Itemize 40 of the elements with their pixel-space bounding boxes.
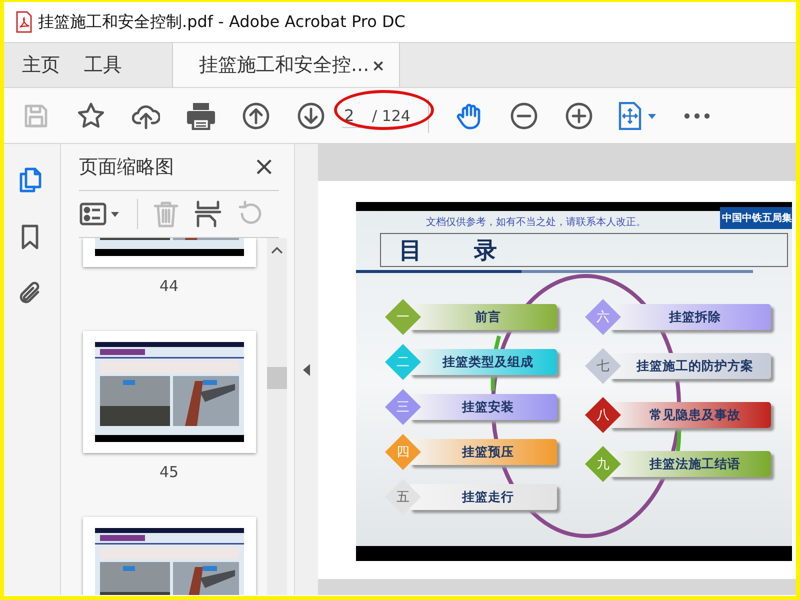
insert-pages-icon (194, 200, 222, 228)
panel-title: 页面缩略图 (79, 155, 174, 180)
panel-tool-button[interactable] (194, 200, 222, 228)
close-button[interactable]: × (249, 154, 279, 180)
page-count: / 124 (372, 106, 410, 124)
menu-bar: 前言 (409, 304, 557, 330)
slide-heading: 目 (399, 236, 422, 266)
scrollbar[interactable] (267, 238, 287, 595)
menu-bar: 挂篮安装 (409, 394, 557, 420)
page-number: 44 (159, 277, 179, 295)
scroll-up-icon (271, 246, 283, 254)
page-number-field[interactable]: 2 (342, 104, 368, 128)
close-tab-button[interactable]: × (372, 56, 385, 74)
trash-icon (152, 200, 180, 228)
more-icon (684, 112, 710, 118)
document-tab[interactable]: 挂篮施工和安全控...× (172, 43, 400, 87)
slide-notice: 文档仅供参考，如有不当之处，请联系本人改正。 (426, 216, 646, 229)
star-icon (77, 102, 105, 130)
page-number: 45 (159, 463, 179, 481)
page-thumbnail[interactable] (82, 331, 256, 453)
slide-heading: 录 (474, 236, 497, 266)
window-title: 挂篮施工和安全控制.pdf - Adobe Acrobat Pro DC (38, 12, 406, 32)
menu-bar: 常见隐患及事故 (609, 402, 771, 428)
zoom-in-icon (565, 102, 594, 130)
menu-bar: 挂篮法施工结语 (609, 451, 771, 477)
zoom-out-icon (510, 102, 538, 130)
scroll-thumb[interactable] (267, 367, 287, 389)
menu-bar: 挂篮拆除 (609, 304, 771, 330)
page-thumbnail[interactable] (82, 238, 256, 267)
menu-bar: 挂篮类型及组成 (409, 349, 557, 375)
printer-icon (186, 102, 216, 130)
nav-tab[interactable]: 工具 (72, 43, 134, 87)
pdf-file-icon (16, 11, 32, 33)
collapse-icon[interactable] (303, 364, 310, 376)
menu-bar: 挂篮施工的防护方案 (609, 353, 771, 379)
tab-title: 挂篮施工和安全控... (199, 53, 370, 78)
company-logo: 中国中铁五局集 (720, 207, 792, 229)
menu-bar: 挂篮预压 (409, 439, 557, 465)
nav-tab[interactable]: 主页 (10, 43, 72, 87)
menu-bar: 挂篮走行 (409, 484, 557, 510)
